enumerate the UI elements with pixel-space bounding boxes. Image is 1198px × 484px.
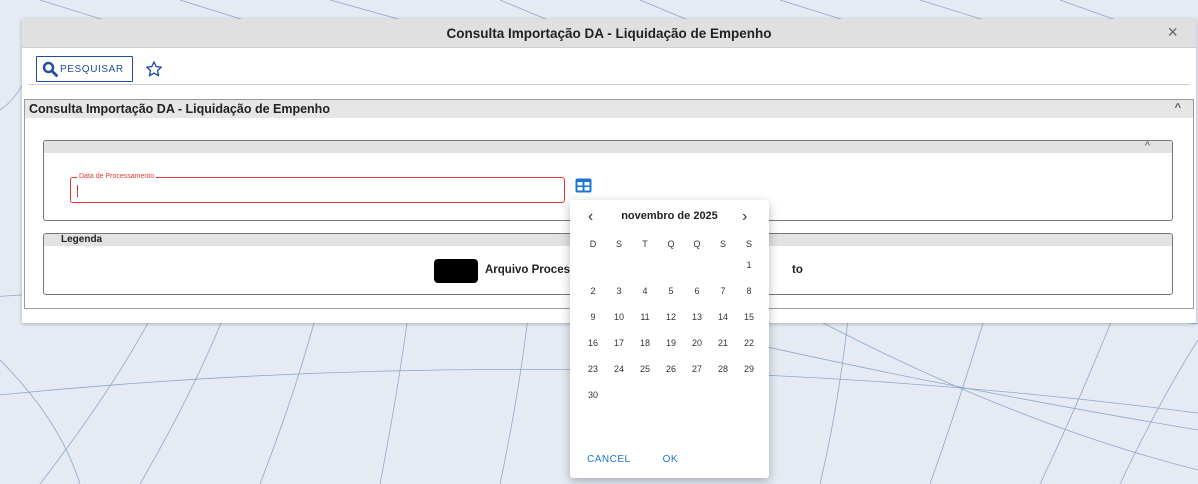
calendar-day[interactable]: 14 [710,312,736,322]
weekday-label: Q [693,239,701,249]
date-picker-header: ‹ novembro de 2025 › [570,200,769,232]
calendar-day[interactable]: 6 [684,286,710,296]
calendar-week-row: 9 10 11 12 13 14 15 [580,304,762,330]
weekday-label: Q [667,239,675,249]
panel-header: Consulta Importação DA - Liquidação de E… [25,100,1193,118]
date-picker-popup: ‹ novembro de 2025 › D S T Q Q S S 1 2 3 4 5 6 7 8 9 10 1… [570,200,769,478]
calendar-day[interactable]: 7 [710,286,736,296]
date-picker-actions: CANCEL OK [587,454,678,465]
legend-item-label: Arquivo Processa [485,264,583,276]
calendar-week-row: 1 [580,252,762,278]
calendar-day[interactable]: 25 [632,364,658,374]
calendar-day[interactable]: 23 [580,364,606,374]
calendar-day[interactable]: 15 [736,312,762,322]
calendar-day[interactable]: 10 [606,312,632,322]
weekday-label: S [745,239,752,249]
calendar-day[interactable]: 8 [736,286,762,296]
calendar-day[interactable]: 18 [632,338,658,348]
calendar-day[interactable]: 26 [658,364,684,374]
close-button[interactable]: × [1167,22,1178,43]
calendar-day[interactable]: 27 [684,364,710,374]
weekday-header-row: DSTQQSS [580,236,762,252]
ok-button[interactable]: OK [663,454,678,465]
cancel-button[interactable]: CANCEL [587,454,631,465]
calendar-day[interactable]: 21 [710,338,736,348]
calendar-day[interactable]: 11 [632,312,658,322]
calendar-day[interactable]: 30 [580,390,606,400]
weekday-label: T [642,239,648,249]
window-titlebar: Consulta Importação DA - Liquidação de E… [22,19,1196,48]
calendar-week-row: 16 17 18 19 20 21 22 [580,330,762,356]
month-year-label[interactable]: novembro de 2025 [570,210,769,222]
processing-date-field[interactable]: Data de Processamento [70,172,565,203]
calendar-day[interactable]: 29 [736,364,762,374]
calendar-week-row: 30 [580,382,762,408]
calendar-day[interactable]: 28 [710,364,736,374]
calendar-day[interactable]: 9 [580,312,606,322]
calendar-day[interactable]: 22 [736,338,762,348]
calendar-day[interactable]: 19 [658,338,684,348]
calendar-day[interactable]: 1 [736,260,762,270]
calendar-day[interactable]: 12 [658,312,684,322]
weekday-label: D [589,239,597,249]
toolbar: PESQUISAR [28,54,1190,85]
calendar-day[interactable]: 3 [606,286,632,296]
calendar-grid: D S T Q Q S S 1 2 3 4 5 6 7 8 9 10 11 12 13 14 15 16 17 18 19 20 21… [580,236,762,408]
calendar-week-row: 23 24 25 26 27 28 29 [580,356,762,382]
calendar-day[interactable]: 4 [632,286,658,296]
weekday-label: S [615,239,622,249]
filter-collapse-chevron-icon[interactable]: ^ [1145,140,1150,152]
window-title: Consulta Importação DA - Liquidação de E… [446,25,772,41]
legend-item-label-2: to [792,264,803,276]
calendar-week-row: 2345678 [580,278,762,304]
legend-swatch [434,259,478,283]
filter-header: ^ [44,140,1172,153]
calendar-day[interactable]: 16 [580,338,606,348]
calendar-day[interactable]: 2 [580,286,606,296]
calendar-day[interactable]: 17 [606,338,632,348]
calendar-day[interactable]: 13 [684,312,710,322]
panel-collapse-chevron-icon[interactable]: ^ [1175,102,1181,114]
search-button[interactable]: PESQUISAR [36,56,133,82]
calendar-day[interactable]: 5 [658,286,684,296]
processing-date-label: Data de Processamento [77,172,157,181]
panel-title: Consulta Importação DA - Liquidação de E… [29,102,330,116]
calendar-day[interactable]: 24 [606,364,632,374]
weekday-label: S [719,239,726,249]
calendar-day[interactable]: 20 [684,338,710,348]
text-caret [77,185,78,197]
favorite-star-icon[interactable] [145,60,163,78]
search-button-label: PESQUISAR [60,63,124,75]
next-month-button[interactable]: › [742,208,747,226]
calendar-icon[interactable] [575,178,592,196]
magnifier-icon [42,61,58,77]
